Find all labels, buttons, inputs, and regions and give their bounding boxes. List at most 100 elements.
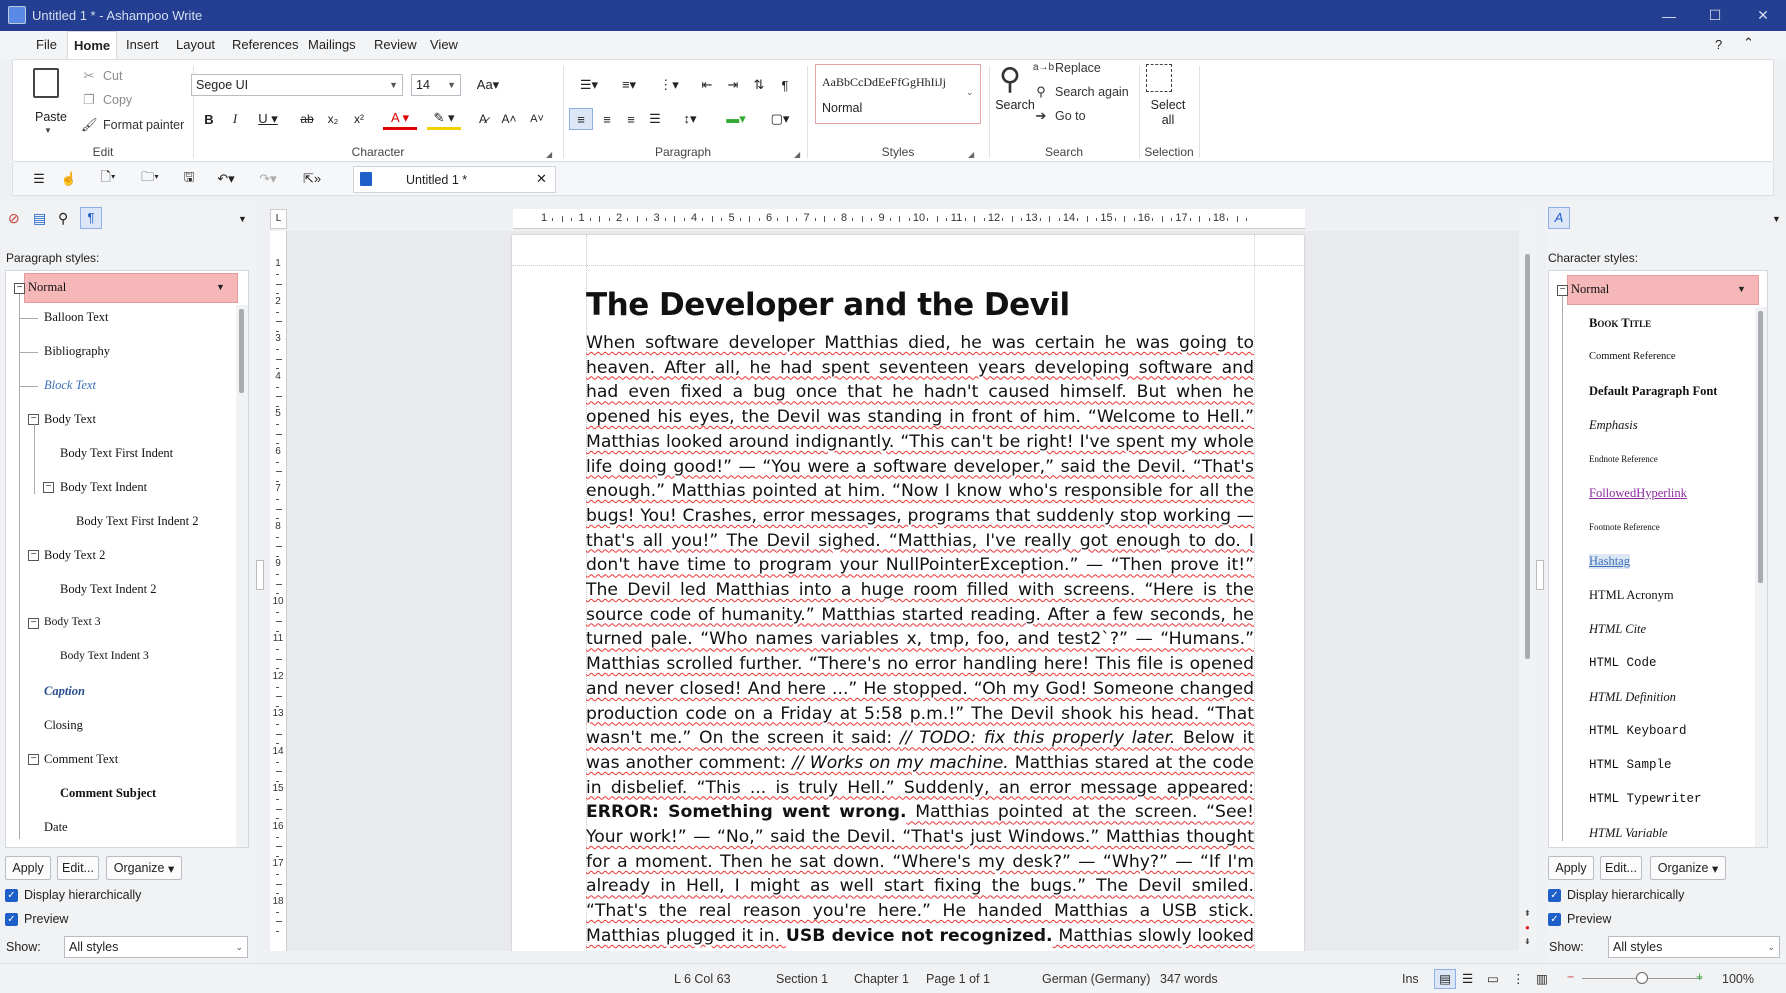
list-item[interactable]: HTML Sample [1589,758,1672,772]
chevron-down-icon[interactable]: ▼ [1772,214,1781,224]
open-folder-icon[interactable]: 🗀▾ [133,168,167,190]
list-item[interactable]: FollowedHyperlink [1589,486,1687,501]
multilevel-list-button[interactable]: ⋮▾ [653,74,685,96]
chevron-down-icon[interactable]: ▼ [216,282,225,292]
horizontal-ruler[interactable]: 1 1 2 3 4 5 6 7 8 9 10 11 12 13 14 15 16 17 18 [513,209,1305,229]
search-panel-icon[interactable]: ⚲ [58,210,68,227]
list-item[interactable]: Emphasis [1589,418,1638,433]
search-icon[interactable]: ⚲ [999,62,1021,97]
chevron-down-icon[interactable]: ▼ [389,75,398,95]
edit-button[interactable]: Edit... [1600,856,1642,880]
justify-button[interactable]: ☰ [645,108,665,130]
list-item[interactable]: Body Text Indent 2 [60,582,156,597]
collapse-icon[interactable]: − [28,754,39,765]
chevron-down-icon[interactable]: ▼ [1737,284,1746,294]
list-item[interactable]: Normal [28,280,66,295]
menu-references[interactable]: References [226,31,304,59]
dialog-launcher-icon[interactable]: ◢ [546,150,552,159]
bullets-button[interactable]: ☰▾ [573,74,605,96]
line-spacing-button[interactable]: ↕▾ [673,108,707,130]
document-title[interactable]: The Developer and the Devil [586,287,1070,323]
list-item[interactable]: Body Text First Indent [60,446,173,461]
list-item[interactable]: HTML Variable [1589,826,1668,841]
zoom-in-icon[interactable]: + [1696,970,1703,984]
page[interactable]: The Developer and the Devil When softwar… [512,235,1304,951]
menu-mailings[interactable]: Mailings [302,31,362,59]
prev-page-icon[interactable]: ⇞ [1524,909,1531,918]
dialog-launcher-icon[interactable]: ◢ [794,150,800,159]
show-formatting-marks-button[interactable]: ¶ [775,74,795,96]
search-again-button[interactable]: ⚲ Search again [1033,82,1128,102]
display-hierarchically-checkbox[interactable]: ✓ [5,889,18,902]
style-gallery[interactable]: AaBbCcDdEeFfGgHhIiJj Normal ⌄ [815,64,981,124]
list-item[interactable]: Balloon Text [44,310,109,325]
vertical-ruler[interactable]: 1 2 3 4 5 6 7 8 9 10 11 12 13 14 15 16 17 18 [270,231,287,951]
organize-button[interactable]: Organize ▾ [106,856,182,880]
list-item[interactable]: Body Text 2 [44,548,105,563]
decrease-indent-button[interactable]: ⇤ [697,74,717,96]
list-item[interactable]: HTML Code [1589,656,1657,670]
language-indicator[interactable]: German (Germany) [1042,972,1150,986]
font-color-button[interactable]: A ▾ [383,108,417,130]
zoom-slider[interactable] [1582,972,1702,984]
list-item[interactable]: Body Text [44,412,96,427]
chevron-down-icon[interactable]: ⌄ [966,87,974,98]
list-item[interactable]: Normal [1571,282,1609,297]
list-item[interactable]: Body Text 3 [44,616,100,628]
character-styles-icon[interactable]: A [1548,207,1570,229]
copy-button[interactable]: ❐ Copy [81,90,132,110]
hand-icon[interactable]: ☝ [59,168,79,190]
continuous-view-icon[interactable]: ☰ [1462,971,1473,986]
list-item[interactable]: Comment Text [44,752,118,767]
font-size-combo[interactable]: 14 ▼ [411,74,461,96]
menu-file[interactable]: File [30,31,63,59]
scrollbar[interactable] [236,305,248,847]
collapse-icon[interactable]: − [28,618,39,629]
align-left-button[interactable]: ≡ [569,108,593,130]
list-item[interactable]: Closing [44,718,83,733]
save-icon[interactable]: 🖫 [179,168,199,190]
browse-object-icon[interactable]: ● [1525,923,1530,932]
list-item[interactable]: Footnote Reference [1589,522,1660,532]
collapse-icon[interactable]: − [1557,285,1568,296]
paste-button[interactable]: Paste [35,110,67,124]
next-page-icon[interactable]: ⇟ [1524,937,1531,946]
display-hierarchically-checkbox[interactable]: ✓ [1548,889,1561,902]
scrollbar[interactable] [1755,307,1767,847]
new-document-icon[interactable]: 🗋▾ [93,168,123,190]
book-view-icon[interactable]: ▥ [1536,971,1548,986]
list-item[interactable]: Comment Subject [60,786,156,801]
dialog-launcher-icon[interactable]: ◢ [968,150,974,159]
highlight-button[interactable]: ✎ ▾ [427,108,461,130]
paragraph-style-list[interactable]: ▼ − Normal Balloon Text Bibliography Blo… [5,270,249,848]
select-all-button[interactable]: Select all [1139,98,1197,128]
list-item[interactable]: HTML Cite [1589,622,1646,637]
collapse-icon[interactable]: − [28,550,39,561]
list-item[interactable]: Date [44,820,68,835]
word-count[interactable]: 347 words [1160,972,1218,986]
numbering-button[interactable]: ≡▾ [613,74,645,96]
compass-icon[interactable]: ⊘ [8,210,20,227]
menu-home[interactable]: Home [67,31,118,59]
close-button[interactable]: ✕ [1740,0,1786,31]
zoom-out-icon[interactable]: − [1567,970,1574,984]
redo-icon[interactable]: ↷▾ [251,168,285,190]
menu-insert[interactable]: Insert [120,31,165,59]
preview-checkbox[interactable]: ✓ [5,913,18,926]
shading-button[interactable]: ▬▾ [719,108,753,130]
list-item[interactable]: HTML Typewriter [1589,792,1702,806]
list-item[interactable]: Block Text [44,378,96,393]
scrollbar-thumb[interactable] [1758,311,1763,583]
document-body[interactable]: When software developer Matthias died, h… [586,331,1254,951]
go-to-button[interactable]: ➔ Go to [1033,106,1086,126]
page-view-icon[interactable]: ▤ [1434,969,1456,989]
insert-mode[interactable]: Ins [1402,972,1419,986]
align-right-button[interactable]: ≡ [621,108,641,130]
chevron-down-icon[interactable]: ▼ [447,75,456,95]
chevron-down-icon[interactable]: ⌄ [1767,937,1775,957]
list-item[interactable]: Default Paragraph Font [1589,384,1717,399]
list-item[interactable]: Caption [44,684,85,699]
document-tab[interactable]: Untitled 1 * ✕ [353,166,556,193]
apply-button[interactable]: Apply [1548,856,1594,880]
grow-font-button[interactable]: A˄ [499,108,519,130]
